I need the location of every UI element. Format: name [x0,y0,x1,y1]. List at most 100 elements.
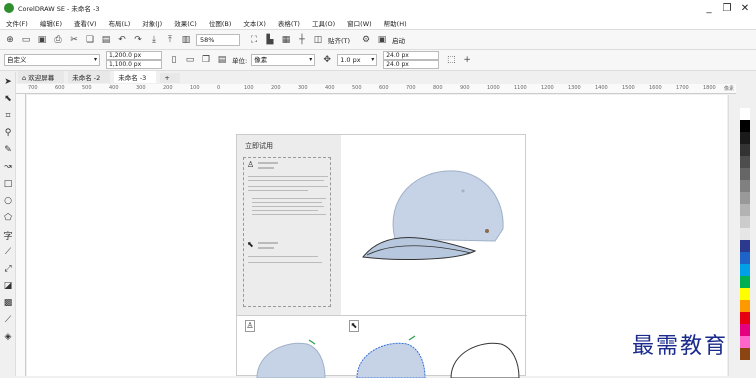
document-page[interactable]: 立即试用 ♙ ⬉ ♙ ⬉ [236,134,527,378]
snap-to-button[interactable]: 贴齐(T) [328,35,350,45]
pick-tool-icon[interactable]: ➤ [1,75,15,89]
new-document-icon[interactable]: ⊕ [4,34,16,46]
units-select[interactable]: 像素 [251,54,316,66]
guidelines-icon[interactable]: ┼ [296,34,308,46]
import-icon[interactable]: ⤓ [148,34,160,46]
add-tab-button[interactable]: + [160,73,180,83]
color-swatch[interactable] [740,168,750,180]
color-swatch[interactable] [740,216,750,228]
undo-icon[interactable]: ↶ [116,34,128,46]
open-icon[interactable]: ▭ [20,34,32,46]
tab-untitled-3[interactable]: 未命名 -3 [114,71,157,83]
app-logo-icon [4,3,14,13]
color-swatch[interactable] [740,192,750,204]
menu-object[interactable]: 对象(J) [142,18,162,28]
eyedropper-icon[interactable]: ⟋ [1,313,15,327]
current-page-icon[interactable]: ▤ [216,54,228,66]
grid-icon[interactable]: ▦ [280,34,292,46]
color-swatch[interactable] [740,300,750,312]
full-screen-icon[interactable]: ⛶ [248,34,260,46]
page-height-input[interactable]: 1,100.0 px [106,60,162,69]
export-icon[interactable]: ⤒ [164,34,176,46]
pdf-icon[interactable]: ▥ [180,34,192,46]
minimize-button[interactable]: _ [700,0,718,16]
color-swatch[interactable] [740,108,750,120]
fill-tool-icon[interactable]: ◈ [1,330,15,344]
duplicate-x-input[interactable]: 24.0 px [383,51,440,60]
menu-tools[interactable]: 工具(O) [312,18,335,28]
landscape-icon[interactable]: ▭ [184,54,196,66]
color-swatch[interactable] [740,132,750,144]
launch-icon[interactable]: ▣ [376,34,388,46]
text-line [248,190,308,191]
text-tool-icon[interactable]: 字 [1,228,15,242]
menu-effects[interactable]: 效果(C) [174,18,197,28]
add-icon[interactable]: + [461,54,473,66]
color-swatch[interactable] [740,288,750,300]
color-swatch[interactable] [740,264,750,276]
color-swatch[interactable] [740,144,750,156]
color-swatch[interactable] [740,336,750,348]
shape-tool-icon[interactable]: ⬉ [1,92,15,106]
page-width-input[interactable]: 1,200.0 px [106,51,162,60]
menu-bar: 文件(F) 编辑(E) 查看(V) 布局(L) 对象(J) 效果(C) 位图(B… [0,16,756,29]
property-bar: 自定义 1,200.0 px 1,100.0 px ▯ ▭ ❐ ▤ 单位: 像素… [0,49,756,71]
menu-table[interactable]: 表格(T) [278,18,300,28]
zoom-tool-icon[interactable]: ⚲ [1,126,15,140]
page-frame-icon[interactable]: ⬚ [445,54,457,66]
menu-edit[interactable]: 编辑(E) [40,18,62,28]
launch-button[interactable]: 启动 [392,35,405,45]
portrait-icon[interactable]: ▯ [168,54,180,66]
tab-untitled-2[interactable]: 未命名 -2 [68,71,111,83]
menu-text[interactable]: 文本(X) [243,18,266,28]
color-swatch[interactable] [740,228,750,240]
connector-tool-icon[interactable]: ⤢ [1,262,15,276]
polygon-tool-icon[interactable]: ⬠ [1,211,15,225]
drop-shadow-icon[interactable]: ◪ [1,279,15,293]
settings-gear-icon[interactable]: ⚙ [360,34,372,46]
snap-icon[interactable]: ◫ [312,34,324,46]
artistic-media-icon[interactable]: ↝ [1,160,15,174]
menu-window[interactable]: 窗口(W) [347,18,372,28]
paste-icon[interactable]: ▤ [100,34,112,46]
freehand-tool-icon[interactable]: ✎ [1,143,15,157]
nudge-distance-input[interactable]: 1.0 px [337,54,378,66]
transparency-icon[interactable]: ▩ [1,296,15,310]
menu-view[interactable]: 查看(V) [74,18,97,28]
close-button[interactable]: ✕ [736,0,754,16]
color-swatch[interactable] [740,276,750,288]
crop-tool-icon[interactable]: ⌗ [1,109,15,123]
color-swatch[interactable] [740,348,750,360]
page-preset-select[interactable]: 自定义 [4,54,100,66]
tab-welcome[interactable]: ⌂ 欢迎屏幕 [18,71,65,83]
color-swatch[interactable] [740,180,750,192]
parallel-dimension-icon[interactable]: ⟋ [1,245,15,259]
all-pages-icon[interactable]: ❐ [200,54,212,66]
menu-bitmaps[interactable]: 位图(B) [209,18,232,28]
maximize-button[interactable]: ❐ [718,0,736,16]
menu-layout[interactable]: 布局(L) [109,18,131,28]
zoom-level-select[interactable]: 58% [196,33,240,46]
tab-label: 欢迎屏幕 [28,74,55,82]
print-icon[interactable]: ⎙ [52,34,64,46]
color-swatch[interactable] [740,252,750,264]
menu-file[interactable]: 文件(F) [6,18,28,28]
rulers-icon[interactable]: ▙ [264,34,276,46]
ruler-tick-label: 300 [298,85,308,91]
color-swatch[interactable] [740,240,750,252]
color-swatch[interactable] [740,156,750,168]
color-swatch[interactable] [740,204,750,216]
cut-icon[interactable]: ✂ [68,34,80,46]
copy-icon[interactable]: ❏ [84,34,96,46]
save-icon[interactable]: ▣ [36,34,48,46]
nudge-icon: ✥ [323,55,331,65]
color-swatch[interactable] [740,324,750,336]
vertical-scrollbar[interactable] [728,95,738,376]
color-swatch[interactable] [740,312,750,324]
menu-help[interactable]: 帮助(H) [384,18,407,28]
duplicate-y-input[interactable]: 24.0 px [383,60,440,69]
rectangle-tool-icon[interactable]: □ [1,177,15,191]
redo-icon[interactable]: ↷ [132,34,144,46]
color-swatch[interactable] [740,120,750,132]
ellipse-tool-icon[interactable]: ○ [1,194,15,208]
